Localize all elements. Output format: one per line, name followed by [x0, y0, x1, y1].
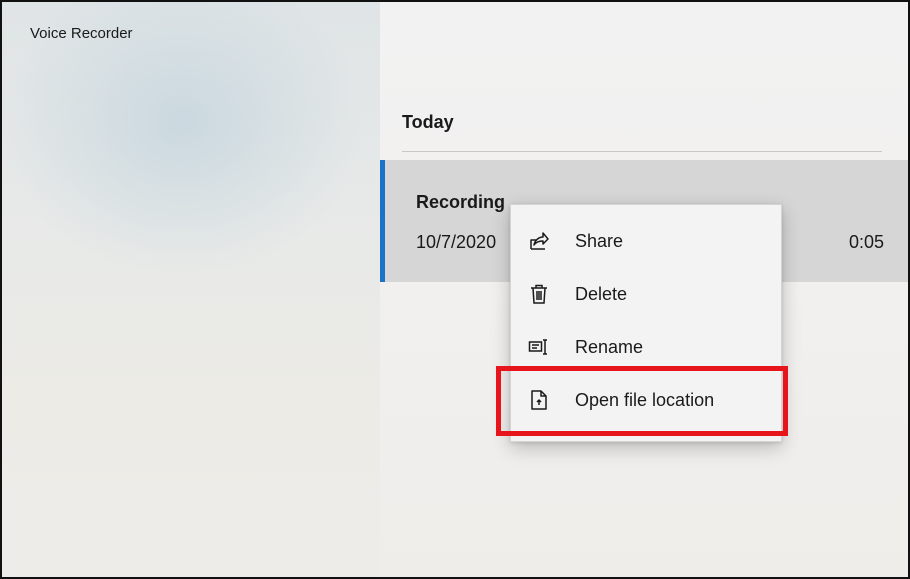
- trash-icon: [527, 282, 551, 306]
- rename-icon: [527, 335, 551, 359]
- recording-name: Recording: [416, 192, 506, 212]
- section-header-today: Today: [402, 112, 454, 132]
- section-divider: [402, 151, 882, 152]
- app-title: Voice Recorder: [30, 25, 133, 42]
- menu-item-share[interactable]: Share: [511, 215, 781, 267]
- menu-item-label: Share: [575, 230, 624, 251]
- recording-date: 10/7/2020: [416, 232, 497, 252]
- menu-item-label: Delete: [575, 283, 628, 304]
- highlight-annotation-box: [496, 366, 788, 436]
- selection-indicator: [380, 160, 385, 282]
- menu-item-delete[interactable]: Delete: [511, 268, 781, 320]
- recording-duration: 0:05: [848, 232, 884, 252]
- share-icon: [527, 229, 551, 253]
- menu-item-label: Rename: [575, 336, 644, 357]
- left-pane: Voice Recorder: [2, 2, 380, 577]
